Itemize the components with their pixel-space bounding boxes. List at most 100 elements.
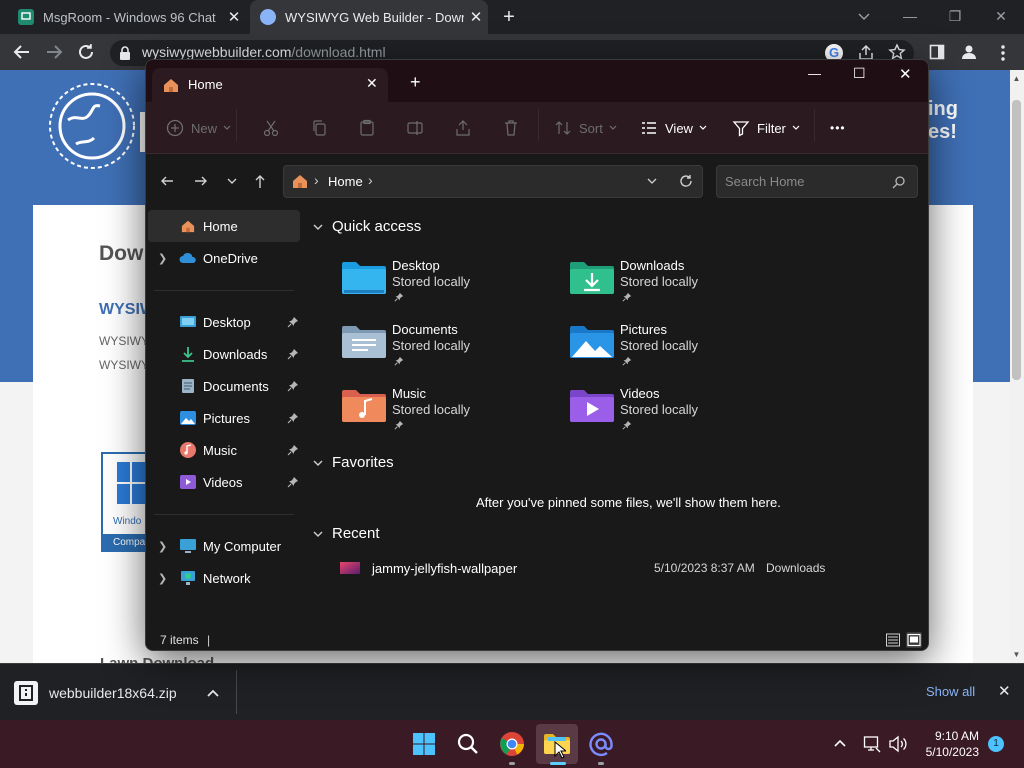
up-arrow-icon[interactable]: [251, 172, 269, 190]
tray-overflow-chevron-icon[interactable]: [833, 736, 847, 750]
volume-speaker-icon[interactable]: [888, 735, 908, 753]
tab-search-chevron-icon[interactable]: [850, 4, 878, 28]
address-separator-icon[interactable]: ›: [314, 172, 319, 188]
scroll-up-arrow-icon[interactable]: ▲: [1012, 74, 1021, 83]
rename-icon[interactable]: [406, 118, 424, 138]
pin-icon[interactable]: [287, 444, 299, 456]
large-icons-view-icon[interactable]: [906, 632, 922, 648]
zip-file-icon[interactable]: [14, 681, 38, 705]
reload-icon[interactable]: [74, 40, 98, 64]
search-icon[interactable]: [891, 174, 907, 190]
explorer-back-arrow-icon[interactable]: [158, 172, 176, 190]
browser-close-button[interactable]: ✕: [987, 4, 1015, 28]
view-button[interactable]: View: [640, 118, 708, 138]
network-status-icon[interactable]: [863, 735, 881, 753]
copy-icon[interactable]: [310, 118, 328, 138]
quick-access-item-desktop[interactable]: Desktop Stored locally: [342, 256, 542, 308]
clock-time[interactable]: 9:10 AM: [925, 729, 979, 743]
explorer-new-tab-button[interactable]: +: [410, 72, 421, 93]
delete-icon[interactable]: [502, 118, 520, 138]
nav-item-music[interactable]: Music: [179, 434, 237, 466]
nav-item-network[interactable]: Network: [179, 562, 251, 594]
recent-file-row[interactable]: jammy-jellyfish-wallpaper 5/10/2023 8:37…: [334, 558, 928, 582]
chrome-menu-icon[interactable]: [996, 44, 1010, 62]
pin-icon[interactable]: [287, 380, 299, 392]
refresh-icon[interactable]: [678, 173, 694, 189]
pin-icon[interactable]: [287, 348, 299, 360]
browser-minimize-button[interactable]: —: [896, 4, 924, 28]
back-arrow-icon[interactable]: [10, 40, 34, 64]
forward-arrow-icon[interactable]: [42, 40, 66, 64]
nav-label: OneDrive: [203, 250, 258, 266]
nav-item-documents[interactable]: Documents: [179, 370, 269, 402]
nav-item-home[interactable]: Home: [179, 210, 238, 242]
filter-button[interactable]: Filter: [732, 118, 801, 138]
taskbar-search-icon[interactable]: [452, 728, 484, 760]
nav-item-downloads[interactable]: Downloads: [179, 338, 267, 370]
explorer-minimize-button[interactable]: —: [808, 66, 821, 81]
mouse-pointer-icon: [554, 741, 566, 759]
close-download-bar-button[interactable]: ✕: [998, 682, 1011, 700]
clock-date[interactable]: 5/10/2023: [917, 745, 979, 759]
pin-icon[interactable]: [287, 412, 299, 424]
explorer-tab-home[interactable]: Home ✕: [152, 68, 388, 102]
nav-item-videos[interactable]: Videos: [179, 466, 243, 498]
pin-icon[interactable]: [287, 316, 299, 328]
address-history-chevron-icon[interactable]: [644, 173, 660, 189]
nav-item-desktop[interactable]: Desktop: [179, 306, 251, 338]
quick-access-item-pictures[interactable]: Pictures Stored locally: [570, 320, 770, 372]
lock-icon[interactable]: [118, 45, 132, 61]
collapse-chevron-icon[interactable]: [312, 458, 328, 468]
explorer-search-box[interactable]: Search Home: [716, 165, 918, 198]
recent-header[interactable]: Recent: [312, 525, 380, 542]
browser-restore-button[interactable]: ❐: [941, 4, 969, 28]
quick-access-header[interactable]: Quick access: [312, 218, 421, 235]
page-scrollbar-thumb[interactable]: [1012, 100, 1021, 380]
expand-chevron-icon[interactable]: ❯: [158, 252, 167, 265]
new-tab-button[interactable]: +: [498, 6, 520, 28]
url-text[interactable]: wysiwygwebbuilder.com/download.html: [142, 44, 386, 60]
recent-locations-chevron-icon[interactable]: [223, 172, 241, 190]
favorites-header[interactable]: Favorites: [312, 454, 394, 471]
nav-item-pictures[interactable]: Pictures: [179, 402, 250, 434]
address-location-home[interactable]: Home: [328, 174, 363, 189]
explorer-tab-close-icon[interactable]: ✕: [366, 75, 378, 92]
collapse-chevron-icon[interactable]: [312, 529, 328, 539]
download-filename[interactable]: webbuilder18x64.zip: [49, 685, 177, 701]
quick-access-item-videos[interactable]: Videos Stored locally: [570, 384, 770, 436]
mail-at-icon[interactable]: [585, 728, 617, 760]
address-separator-icon[interactable]: ›: [368, 172, 373, 188]
collapse-chevron-icon[interactable]: [312, 222, 328, 232]
see-more-button[interactable]: •••: [830, 118, 846, 138]
download-options-chevron-icon[interactable]: [204, 684, 222, 702]
nav-item-onedrive[interactable]: OneDrive: [179, 242, 258, 274]
nav-item-my-computer[interactable]: My Computer: [179, 530, 281, 562]
browser-tab-wysiwyg[interactable]: WYSIWYG Web Builder - Downlo ✕: [250, 0, 488, 34]
show-all-downloads-link[interactable]: Show all: [926, 684, 975, 699]
quick-access-item-downloads[interactable]: Downloads Stored locally: [570, 256, 770, 308]
profile-avatar-icon[interactable]: [960, 43, 978, 61]
paste-icon[interactable]: [358, 118, 376, 138]
sort-button[interactable]: Sort: [554, 118, 618, 138]
pin-icon[interactable]: [287, 476, 299, 488]
view-icon: [642, 122, 656, 134]
quick-access-item-documents[interactable]: Documents Stored locally: [342, 320, 542, 372]
expand-chevron-icon[interactable]: ❯: [158, 540, 167, 553]
cut-icon[interactable]: [262, 118, 280, 138]
notification-count-badge[interactable]: 1: [988, 736, 1004, 752]
expand-chevron-icon[interactable]: ❯: [158, 572, 167, 585]
share-icon[interactable]: [454, 118, 472, 138]
tab-close-icon[interactable]: ✕: [464, 8, 488, 26]
new-button[interactable]: New: [166, 118, 232, 138]
details-view-icon[interactable]: [885, 632, 901, 648]
explorer-close-button[interactable]: ✕: [899, 65, 912, 83]
side-panel-icon[interactable]: [929, 44, 945, 60]
browser-tab-msgroom[interactable]: MsgRoom - Windows 96 Chat ✕: [8, 0, 246, 34]
start-windows-icon[interactable]: [408, 728, 440, 760]
explorer-forward-arrow-icon[interactable]: [192, 172, 210, 190]
scroll-down-arrow-icon[interactable]: ▼: [1012, 650, 1021, 659]
quick-access-item-music[interactable]: Music Stored locally: [342, 384, 542, 436]
tab-close-icon[interactable]: ✕: [222, 8, 246, 26]
chrome-taskbar-icon[interactable]: [496, 728, 528, 760]
explorer-maximize-button[interactable]: ☐: [853, 65, 866, 82]
